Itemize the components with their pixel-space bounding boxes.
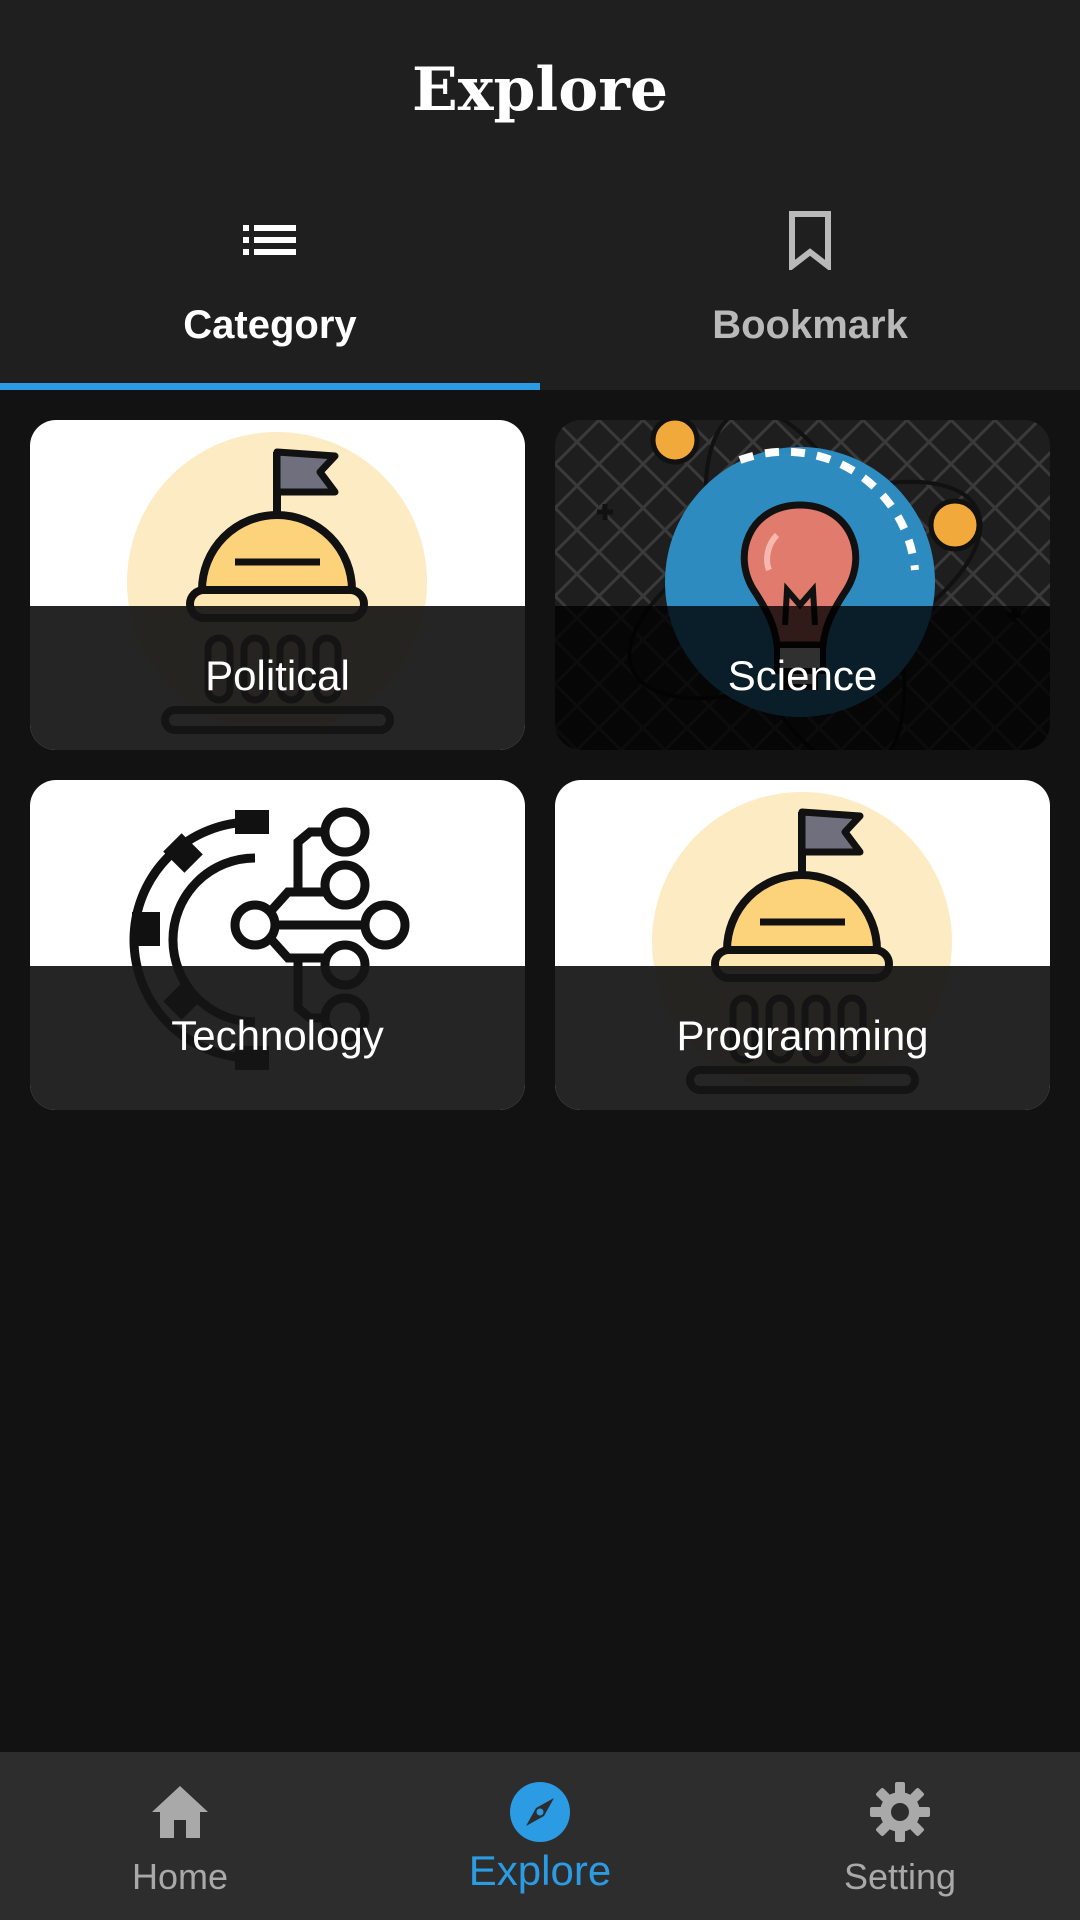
category-card-programming[interactable]: Programming: [555, 780, 1050, 1110]
category-card-technology[interactable]: Technology: [30, 780, 525, 1110]
explore-screen: Explore Category Bookmark Political Scie…: [0, 0, 1080, 1920]
tab-category-label: Category: [183, 303, 357, 347]
compass-icon: [510, 1782, 570, 1842]
bookmark-icon: [789, 211, 831, 270]
tab-bookmark-label: Bookmark: [712, 303, 908, 347]
tab-category[interactable]: Category: [0, 190, 540, 390]
nav-explore-label: Explore: [468, 1847, 612, 1894]
category-label: Science: [727, 652, 878, 699]
nav-home[interactable]: Home: [0, 1752, 360, 1920]
category-label: Technology: [171, 1012, 384, 1059]
nav-setting[interactable]: Setting: [720, 1752, 1080, 1920]
gear-icon: [870, 1782, 930, 1842]
category-label: Programming: [676, 1012, 929, 1059]
page-title: Explore: [411, 55, 669, 125]
app-header: Explore Category Bookmark: [0, 0, 1080, 390]
tab-indicator: [0, 383, 540, 390]
nav-explore[interactable]: Explore: [360, 1752, 720, 1920]
nav-setting-label: Setting: [843, 1856, 957, 1897]
bottom-navigation: Home Explore Setting: [0, 1752, 1080, 1920]
category-card-science[interactable]: Science: [555, 420, 1050, 750]
category-label: Political: [205, 652, 350, 699]
category-card-political[interactable]: Political: [30, 420, 525, 750]
list-icon: [243, 225, 296, 255]
tab-bookmark[interactable]: Bookmark: [540, 190, 1080, 390]
nav-home-label: Home: [131, 1856, 229, 1897]
home-icon: [152, 1786, 208, 1838]
